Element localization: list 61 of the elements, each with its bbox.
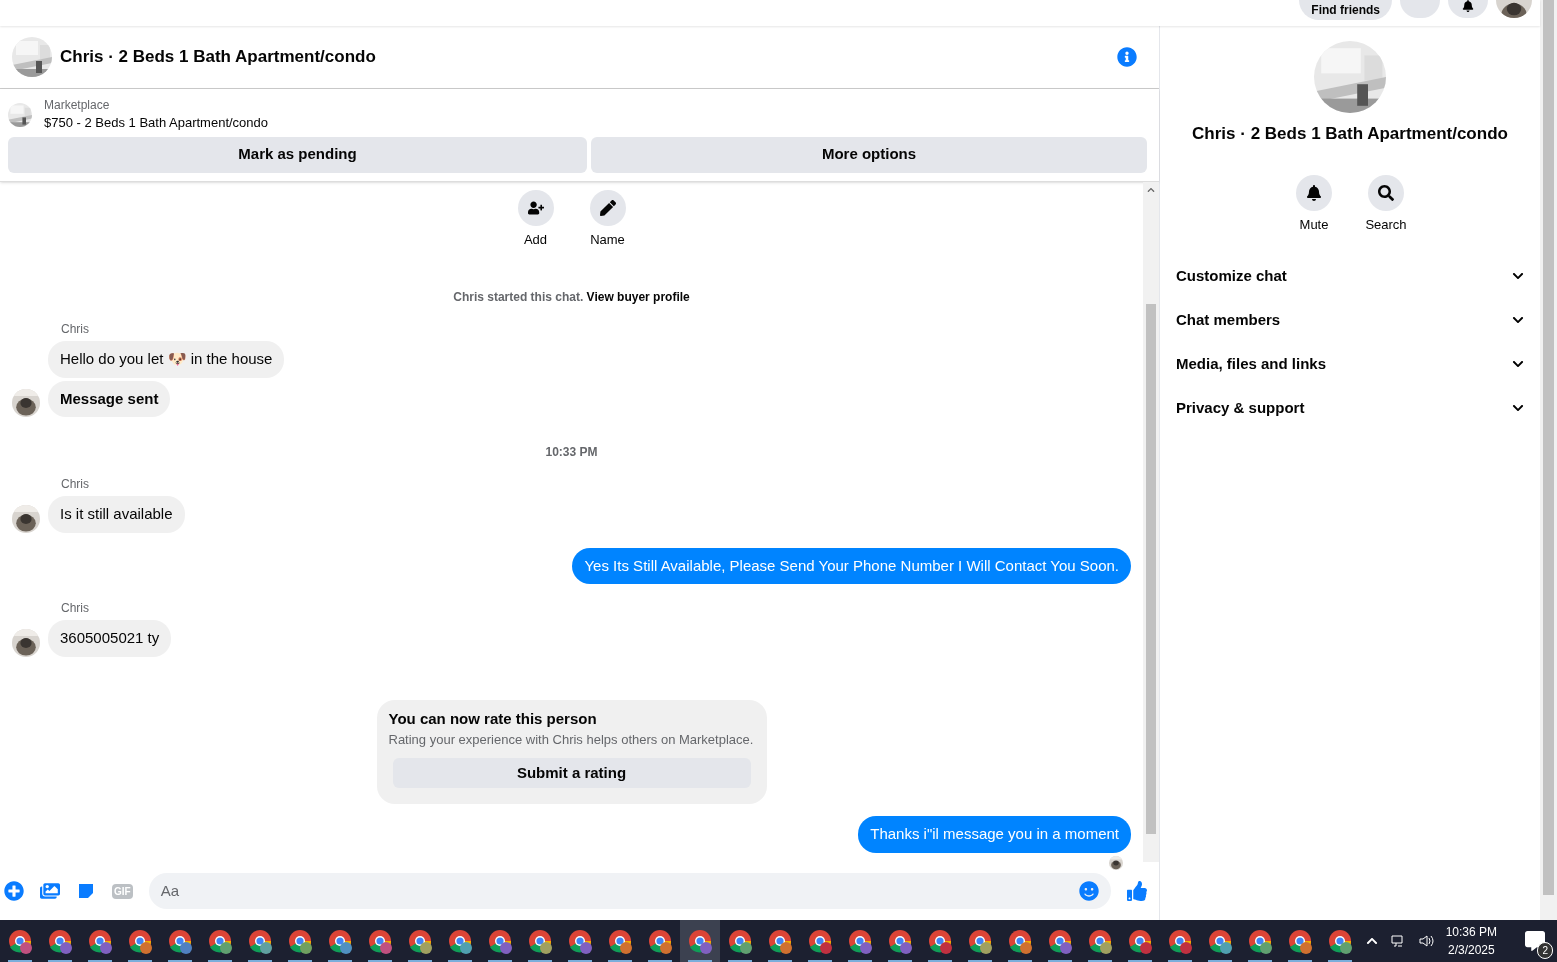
chat-started-notice: Chris started this chat. View buyer profile <box>452 289 691 305</box>
scroll-up-icon[interactable] <box>1147 185 1155 194</box>
input-placeholder: Aa <box>160 880 180 901</box>
section-toggle[interactable]: Customize chat <box>1168 254 1532 298</box>
message-bubble: Message sent <box>48 380 171 417</box>
side-panel-title: Chris · 2 Beds 1 Bath Apartment/condo <box>1192 123 1508 145</box>
pencil-icon <box>599 199 616 216</box>
notifications-icon[interactable] <box>1448 0 1488 18</box>
emoji-icon[interactable] <box>1079 881 1099 901</box>
notification-center-icon[interactable] <box>1525 931 1545 951</box>
action-label: Search <box>1365 215 1407 234</box>
listing-title: $750 - 2 Beds 1 Bath Apartment/condo <box>44 114 269 132</box>
bell-icon <box>1306 184 1322 201</box>
chevron-down-icon <box>1512 314 1524 326</box>
message-input-field[interactable]: Aa <box>148 873 1111 909</box>
listing-action-button[interactable]: More options <box>591 136 1147 173</box>
find-friends-button[interactable]: Find friends <box>1299 0 1392 20</box>
rating-title: You can now rate this person <box>388 708 598 729</box>
chevron-down-icon <box>1512 358 1524 370</box>
add-button[interactable] <box>517 189 554 226</box>
page-scrollbar[interactable] <box>1540 0 1557 920</box>
tray-chevron-icon[interactable] <box>1365 935 1378 947</box>
speaker-icon[interactable] <box>1417 933 1434 949</box>
add-person-icon <box>527 199 544 216</box>
rating-description: Rating your experience with Chris helps others on Marketplace. <box>388 731 755 749</box>
listing-source: Marketplace <box>44 97 111 113</box>
listing-action-button[interactable]: Mark as pending <box>8 136 587 173</box>
action-label: Mute <box>1299 215 1329 234</box>
name-button[interactable] <box>589 189 626 226</box>
section-toggle[interactable]: Chat members <box>1168 298 1532 342</box>
browser-taskbar-icon[interactable] <box>680 920 720 962</box>
like-icon[interactable] <box>1127 881 1147 901</box>
sender-name: Chris <box>61 600 90 616</box>
network-icon[interactable] <box>1389 933 1406 949</box>
section-toggle[interactable]: Media, files and links <box>1168 342 1532 386</box>
mute-button[interactable] <box>1296 174 1332 211</box>
sender-name: Chris <box>61 476 90 492</box>
search-button[interactable] <box>1368 174 1404 211</box>
info-icon[interactable] <box>1117 47 1137 67</box>
action-label: Add <box>523 230 548 249</box>
message-bubble: Yes Its Still Available, Please Send Your Phone Number I Will Contact You Soon. <box>572 547 1131 584</box>
action-label: Name <box>590 230 625 249</box>
message-bubble: Hello do you let 🐶 in the house <box>48 341 285 378</box>
view-buyer-profile-link[interactable]: View buyer profile <box>586 290 690 304</box>
timestamp: 10:33 PM <box>545 444 598 460</box>
section-toggle[interactable]: Privacy & support <box>1168 386 1532 430</box>
submit-rating-button[interactable]: Submit a rating <box>392 757 751 788</box>
gallery-icon[interactable] <box>40 881 60 901</box>
chat-title: Chris · 2 Beds 1 Bath Apartment/condo <box>60 46 376 69</box>
add-icon[interactable] <box>4 881 24 901</box>
notification-count: 2 <box>1537 942 1553 959</box>
search-icon <box>1378 184 1394 201</box>
sender-name: Chris <box>61 321 90 337</box>
message-bubble: 3605005021 ty <box>48 620 172 657</box>
scrollbar[interactable] <box>1143 181 1159 862</box>
chevron-down-icon <box>1512 402 1524 414</box>
sticker-icon[interactable] <box>76 881 96 901</box>
chevron-down-icon <box>1512 270 1524 282</box>
message-bubble: Is it still available <box>48 496 185 533</box>
message-bubble: Thanks i"il message you in a moment <box>858 816 1131 853</box>
clock[interactable]: 10:36 PM 2/3/2025 <box>1445 923 1497 959</box>
